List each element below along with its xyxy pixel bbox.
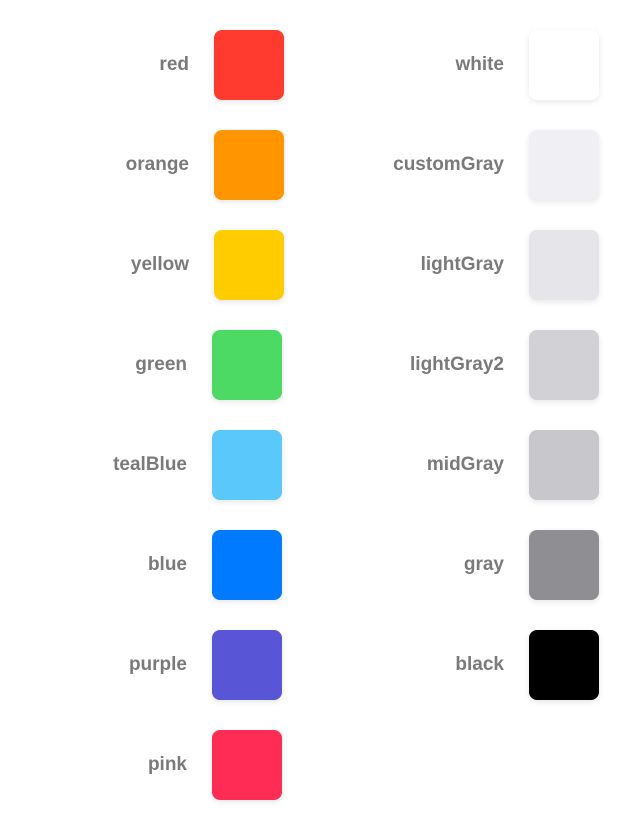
color-row-white: white	[0, 30, 629, 100]
color-label: midGray	[426, 454, 504, 475]
color-swatch	[529, 330, 599, 400]
color-row-gray: gray	[0, 530, 629, 600]
color-swatch	[212, 730, 282, 800]
color-label: customGray	[393, 154, 504, 175]
color-swatch	[529, 630, 599, 700]
color-label: lightGray	[420, 254, 504, 275]
color-row-lightgray2: lightGray2	[0, 330, 629, 400]
color-row-pink: pink	[0, 730, 629, 800]
color-swatch	[529, 530, 599, 600]
color-row-midgray: midGray	[0, 430, 629, 500]
color-label: pink	[147, 754, 187, 775]
color-swatch	[529, 230, 599, 300]
color-label: lightGray2	[410, 354, 504, 375]
color-label: gray	[463, 554, 504, 575]
color-swatch	[529, 30, 599, 100]
color-swatch	[529, 130, 599, 200]
color-label: white	[455, 54, 504, 75]
color-swatch	[529, 430, 599, 500]
color-label: black	[455, 654, 504, 675]
color-row-lightgray: lightGray	[0, 230, 629, 300]
color-row-black: black	[0, 630, 629, 700]
color-row-customgray: customGray	[0, 130, 629, 200]
